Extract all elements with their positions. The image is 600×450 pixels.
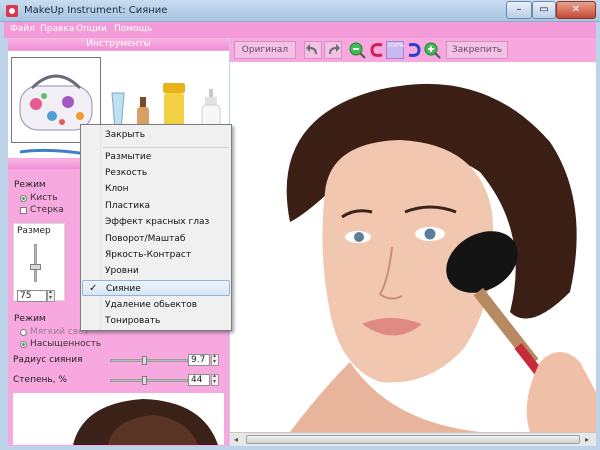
rotate-right-icon[interactable] <box>405 41 423 59</box>
menu-separator <box>103 147 229 148</box>
close-button[interactable]: ✕ <box>556 1 596 19</box>
zoom-out-icon[interactable] <box>348 41 366 59</box>
app-window: MakeUp Instrument: Сияние – ▭ ✕ Файл Пра… <box>0 0 600 450</box>
horizontal-scrollbar[interactable]: ◂ ▸ <box>230 432 596 446</box>
brush-radio-label: Кисть <box>30 193 58 203</box>
eraser-checkbox[interactable]: Стерка <box>20 205 64 215</box>
portrait-photo <box>230 62 596 432</box>
undo-icon[interactable] <box>304 41 322 59</box>
degree-spinner[interactable] <box>211 372 219 386</box>
menu-file[interactable]: Файл <box>10 24 35 34</box>
saturation-radio[interactable]: Насыщенность <box>20 339 101 349</box>
preview-thumbnail <box>13 393 224 445</box>
menu-item-red-eye[interactable]: Эффект красных глаз <box>82 214 230 230</box>
size-input[interactable]: 75 <box>17 290 47 302</box>
menu-item-close[interactable]: Закрыть <box>82 127 230 143</box>
minimize-button[interactable]: – <box>506 1 532 19</box>
saturation-radio-dot <box>20 340 27 348</box>
menu-options[interactable]: Опции <box>76 24 107 34</box>
eraser-checkbox-box <box>20 206 27 214</box>
radius-label: Радиус сияния <box>13 355 83 365</box>
radius-spinner[interactable] <box>211 352 219 366</box>
tools-dropdown-menu: Закрыть Размытие Резкость Клон Пластика … <box>80 124 232 331</box>
menu-item-glow[interactable]: ✓ Сияние <box>82 280 230 296</box>
degree-slider-track[interactable] <box>110 379 188 382</box>
menu-item-sharpen[interactable]: Резкость <box>82 165 230 181</box>
redo-icon[interactable] <box>324 41 342 59</box>
menu-item-levels[interactable]: Уровни <box>82 263 230 279</box>
menu-item-liquify[interactable]: Пластика <box>82 198 230 214</box>
rotate-left-icon[interactable] <box>368 41 386 59</box>
size-label: Размер <box>17 226 51 236</box>
original-button[interactable]: Оригинал <box>234 41 296 59</box>
size-slider-thumb[interactable] <box>30 264 41 270</box>
radius-slider-track[interactable] <box>110 359 188 362</box>
mode2-label: Режим <box>14 314 46 324</box>
brush-tool-icon[interactable] <box>18 146 88 158</box>
radius-slider-thumb[interactable] <box>142 356 147 365</box>
checkmark-icon: ✓ <box>89 283 98 294</box>
saturation-radio-label: Насыщенность <box>30 339 102 349</box>
radius-input[interactable]: 9.7 <box>188 354 210 366</box>
brush-radio-dot <box>20 194 27 202</box>
app-logo-icon <box>6 5 18 17</box>
scroll-left-icon[interactable]: ◂ <box>234 435 238 444</box>
menu-edit[interactable]: Правка <box>40 24 74 34</box>
menu-item-brightness-contrast[interactable]: Яркость-Контраст <box>82 247 230 263</box>
scroll-right-icon[interactable]: ▸ <box>585 435 589 444</box>
menu-item-rotate-scale[interactable]: Поворот/Маштаб <box>82 231 230 247</box>
eraser-checkbox-label: Стерка <box>30 205 64 215</box>
zoom-in-icon[interactable] <box>423 41 441 59</box>
image-canvas[interactable] <box>230 62 596 432</box>
degree-slider-thumb[interactable] <box>142 376 147 385</box>
degree-label: Степень, % <box>13 375 67 385</box>
preview-image <box>13 393 224 445</box>
mode1-label: Режим <box>14 180 46 190</box>
commit-button[interactable]: Закрепить <box>446 41 508 59</box>
menu-help[interactable]: Помощь <box>114 24 152 34</box>
menu-item-tint[interactable]: Тонировать <box>82 313 230 329</box>
maximize-button[interactable]: ▭ <box>532 1 556 19</box>
degree-input[interactable]: 44 <box>188 374 210 386</box>
brush-radio[interactable]: Кисть <box>20 193 58 203</box>
zoom-level: 100% <box>386 41 404 59</box>
menu-item-remove-objects[interactable]: Удаление обьектов <box>82 297 230 313</box>
size-slider-track[interactable] <box>34 244 37 282</box>
scroll-thumb[interactable] <box>246 435 580 444</box>
menu-bar: Файл Правка Опции Помощь <box>4 22 596 38</box>
soft-light-radio-dot <box>20 328 27 336</box>
menu-item-blur[interactable]: Размытие <box>82 149 230 165</box>
size-spinner[interactable] <box>47 288 55 302</box>
toolbar: Оригинал 100% Закрепить <box>230 38 596 62</box>
soft-light-radio[interactable]: Мягкий свет <box>20 327 89 337</box>
title-bar: MakeUp Instrument: Сияние – ▭ ✕ <box>0 0 600 22</box>
tools-header: Инструменты <box>8 38 229 50</box>
menu-item-glow-label: Сияние <box>106 284 141 294</box>
menu-item-clone[interactable]: Клон <box>82 181 230 197</box>
window-title: MakeUp Instrument: Сияние <box>24 5 168 16</box>
